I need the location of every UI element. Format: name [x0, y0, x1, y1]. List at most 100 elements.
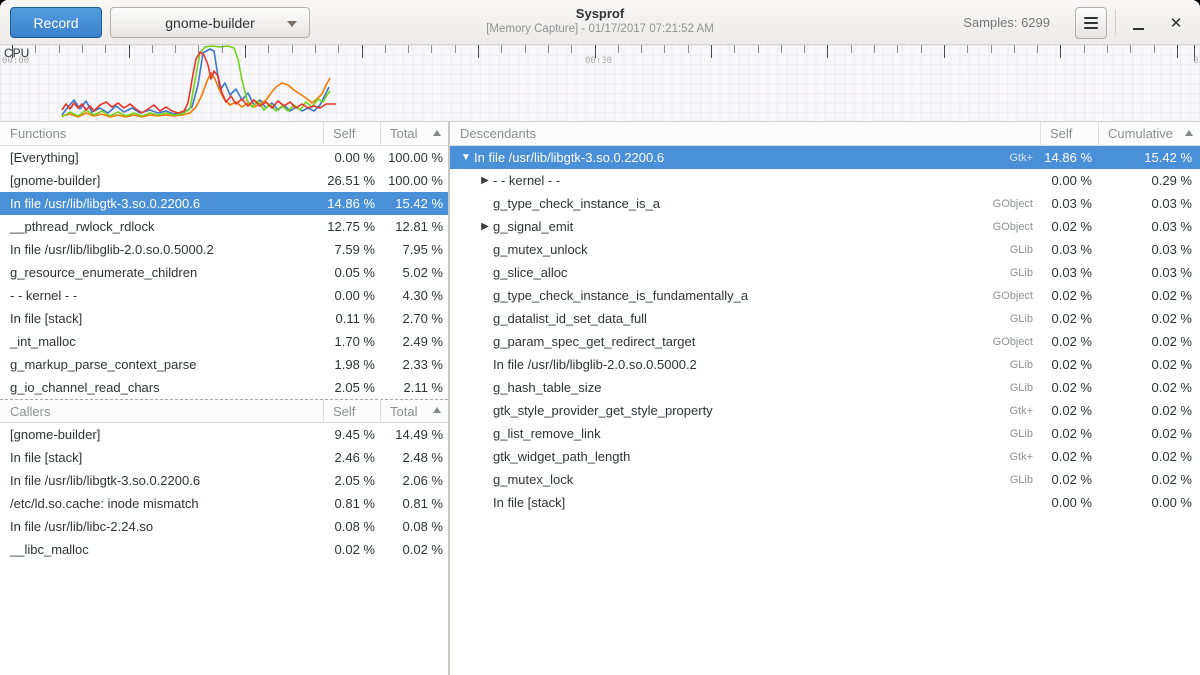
column-header-total[interactable]: Total: [380, 122, 448, 146]
process-selector-dropdown[interactable]: gnome-builder: [110, 7, 310, 38]
ruler-tick: [851, 45, 852, 53]
table-row[interactable]: g_slice_allocGLib0.03 %0.03 %: [450, 261, 1200, 284]
function-name: g_type_check_instance_is_fundamentally_a: [493, 288, 993, 303]
function-name: g_param_spec_get_redirect_target: [493, 334, 993, 349]
hamburger-menu-button[interactable]: [1075, 7, 1107, 39]
category-label: GObject: [993, 221, 1040, 233]
ruler-tick: [618, 45, 619, 53]
function-name: g_resource_enumerate_children: [0, 265, 318, 280]
table-row[interactable]: g_type_check_instance_is_aGObject0.03 %0…: [450, 192, 1200, 215]
percent-value: 0.02 %: [1040, 334, 1098, 349]
ruler-tick: [385, 45, 386, 53]
table-row[interactable]: ▶- - kernel - -0.00 %0.29 %: [450, 169, 1200, 192]
ruler-tick: [711, 45, 712, 58]
table-row[interactable]: g_type_check_instance_is_fundamentally_a…: [450, 284, 1200, 307]
category-label: GLib: [1010, 474, 1040, 486]
category-label: GLib: [1010, 382, 1040, 394]
table-row[interactable]: g_hash_table_sizeGLib0.02 %0.02 %: [450, 376, 1200, 399]
column-header-self[interactable]: Self: [1040, 122, 1098, 146]
ruler-tick: [991, 45, 992, 53]
table-row[interactable]: In file [stack]2.46 %2.48 %: [0, 446, 448, 469]
column-header-self[interactable]: Self: [323, 122, 380, 146]
function-name: In file [stack]: [0, 311, 318, 326]
ruler-tick: [59, 45, 60, 53]
table-row[interactable]: g_markup_parse_context_parse1.98 %2.33 %: [0, 353, 448, 376]
table-row[interactable]: g_io_channel_read_chars2.05 %2.11 %: [0, 376, 448, 399]
table-row[interactable]: gtk_style_provider_get_style_propertyGtk…: [450, 399, 1200, 422]
percent-value: 0.02 %: [1040, 403, 1098, 418]
column-header-total[interactable]: Total: [380, 399, 448, 423]
table-row[interactable]: /etc/ld.so.cache: inode mismatch0.81 %0.…: [0, 492, 448, 515]
column-header-self[interactable]: Self: [323, 399, 380, 423]
percent-value: 0.05 %: [318, 265, 380, 280]
percent-value: 2.48 %: [380, 450, 448, 465]
percent-value: 0.02 %: [1098, 311, 1200, 326]
table-row[interactable]: [Everything]0.00 %100.00 %: [0, 146, 448, 169]
table-row[interactable]: In file /usr/lib/libgtk-3.so.0.2200.62.0…: [0, 469, 448, 492]
function-name: g_list_remove_link: [493, 426, 1010, 441]
table-row[interactable]: In file /usr/lib/libglib-2.0.so.0.5000.2…: [450, 353, 1200, 376]
percent-value: 0.02 %: [1040, 380, 1098, 395]
percent-value: 9.45 %: [318, 427, 380, 442]
column-header-functions[interactable]: Functions: [0, 126, 323, 141]
function-name: [gnome-builder]: [0, 427, 318, 442]
function-name: In file /usr/lib/libglib-2.0.so.0.5000.2: [493, 357, 1010, 372]
ruler-tick: [245, 45, 246, 58]
percent-value: 2.46 %: [318, 450, 380, 465]
percent-value: 0.00 %: [1040, 173, 1098, 188]
percent-value: 0.81 %: [380, 496, 448, 511]
table-row[interactable]: ▶g_signal_emitGObject0.02 %0.03 %: [450, 215, 1200, 238]
ruler-tick: [804, 45, 805, 53]
column-header-cumulative[interactable]: Cumulative: [1098, 122, 1200, 146]
descendants-table: Descendants Self Cumulative ▼In file /us…: [450, 122, 1200, 675]
function-name: In file /usr/lib/libc-2.24.so: [0, 519, 318, 534]
expander-collapsed-icon[interactable]: ▶: [477, 221, 493, 232]
function-name: g_signal_emit: [493, 219, 993, 234]
category-label: Gtk+: [1009, 451, 1040, 463]
percent-value: 0.03 %: [1040, 265, 1098, 280]
table-row[interactable]: g_resource_enumerate_children0.05 %5.02 …: [0, 261, 448, 284]
percent-value: 0.02 %: [1098, 449, 1200, 464]
close-button[interactable]: ✕: [1160, 7, 1192, 39]
table-row[interactable]: In file /usr/lib/libc-2.24.so0.08 %0.08 …: [0, 515, 448, 538]
table-row[interactable]: _int_malloc1.70 %2.49 %: [0, 330, 448, 353]
table-row[interactable]: g_list_remove_linkGLib0.02 %0.02 %: [450, 422, 1200, 445]
percent-value: 1.98 %: [318, 357, 380, 372]
ruler-tick: [664, 45, 665, 53]
table-row[interactable]: g_mutex_unlockGLib0.03 %0.03 %: [450, 238, 1200, 261]
percent-value: 0.02 %: [1098, 426, 1200, 441]
cpu-usage-graph[interactable]: CPU 00:0000:3001:00: [0, 45, 1200, 122]
function-name: __pthread_rwlock_rdlock: [0, 219, 318, 234]
ruler-tick: [292, 45, 293, 53]
column-header-descendants[interactable]: Descendants: [450, 126, 1040, 141]
function-name: g_type_check_instance_is_a: [493, 196, 993, 211]
ruler-tick: [222, 45, 223, 53]
record-button[interactable]: Record: [10, 7, 102, 38]
table-row[interactable]: In file [stack]0.00 %0.00 %: [450, 491, 1200, 514]
table-row[interactable]: [gnome-builder]9.45 %14.49 %: [0, 423, 448, 446]
ruler-tick: [152, 45, 153, 53]
table-row[interactable]: __pthread_rwlock_rdlock12.75 %12.81 %: [0, 215, 448, 238]
time-label: 00:00: [2, 56, 29, 66]
table-row[interactable]: g_datalist_id_set_data_fullGLib0.02 %0.0…: [450, 307, 1200, 330]
table-row[interactable]: [gnome-builder]26.51 %100.00 %: [0, 169, 448, 192]
table-row[interactable]: ▼In file /usr/lib/libgtk-3.so.0.2200.6Gt…: [450, 146, 1200, 169]
table-row[interactable]: In file [stack]0.11 %2.70 %: [0, 307, 448, 330]
ruler-tick: [35, 45, 36, 53]
percent-value: 0.03 %: [1098, 219, 1200, 234]
ruler-tick: [734, 45, 735, 53]
expander-expanded-icon[interactable]: ▼: [458, 152, 474, 163]
expander-collapsed-icon[interactable]: ▶: [477, 175, 493, 186]
time-label: 01:00: [1193, 56, 1200, 66]
table-row[interactable]: g_mutex_lockGLib0.02 %0.02 %: [450, 468, 1200, 491]
table-row[interactable]: g_param_spec_get_redirect_targetGObject0…: [450, 330, 1200, 353]
percent-value: 15.42 %: [1098, 150, 1200, 165]
table-row[interactable]: - - kernel - -0.00 %4.30 %: [0, 284, 448, 307]
minimize-button[interactable]: [1122, 7, 1154, 39]
table-row[interactable]: In file /usr/lib/libgtk-3.so.0.2200.614.…: [0, 192, 448, 215]
table-row[interactable]: __libc_malloc0.02 %0.02 %: [0, 538, 448, 561]
table-row[interactable]: In file /usr/lib/libglib-2.0.so.0.5000.2…: [0, 238, 448, 261]
category-label: GLib: [1010, 313, 1040, 325]
table-row[interactable]: gtk_widget_path_lengthGtk+0.02 %0.02 %: [450, 445, 1200, 468]
column-header-callers[interactable]: Callers: [0, 404, 323, 419]
